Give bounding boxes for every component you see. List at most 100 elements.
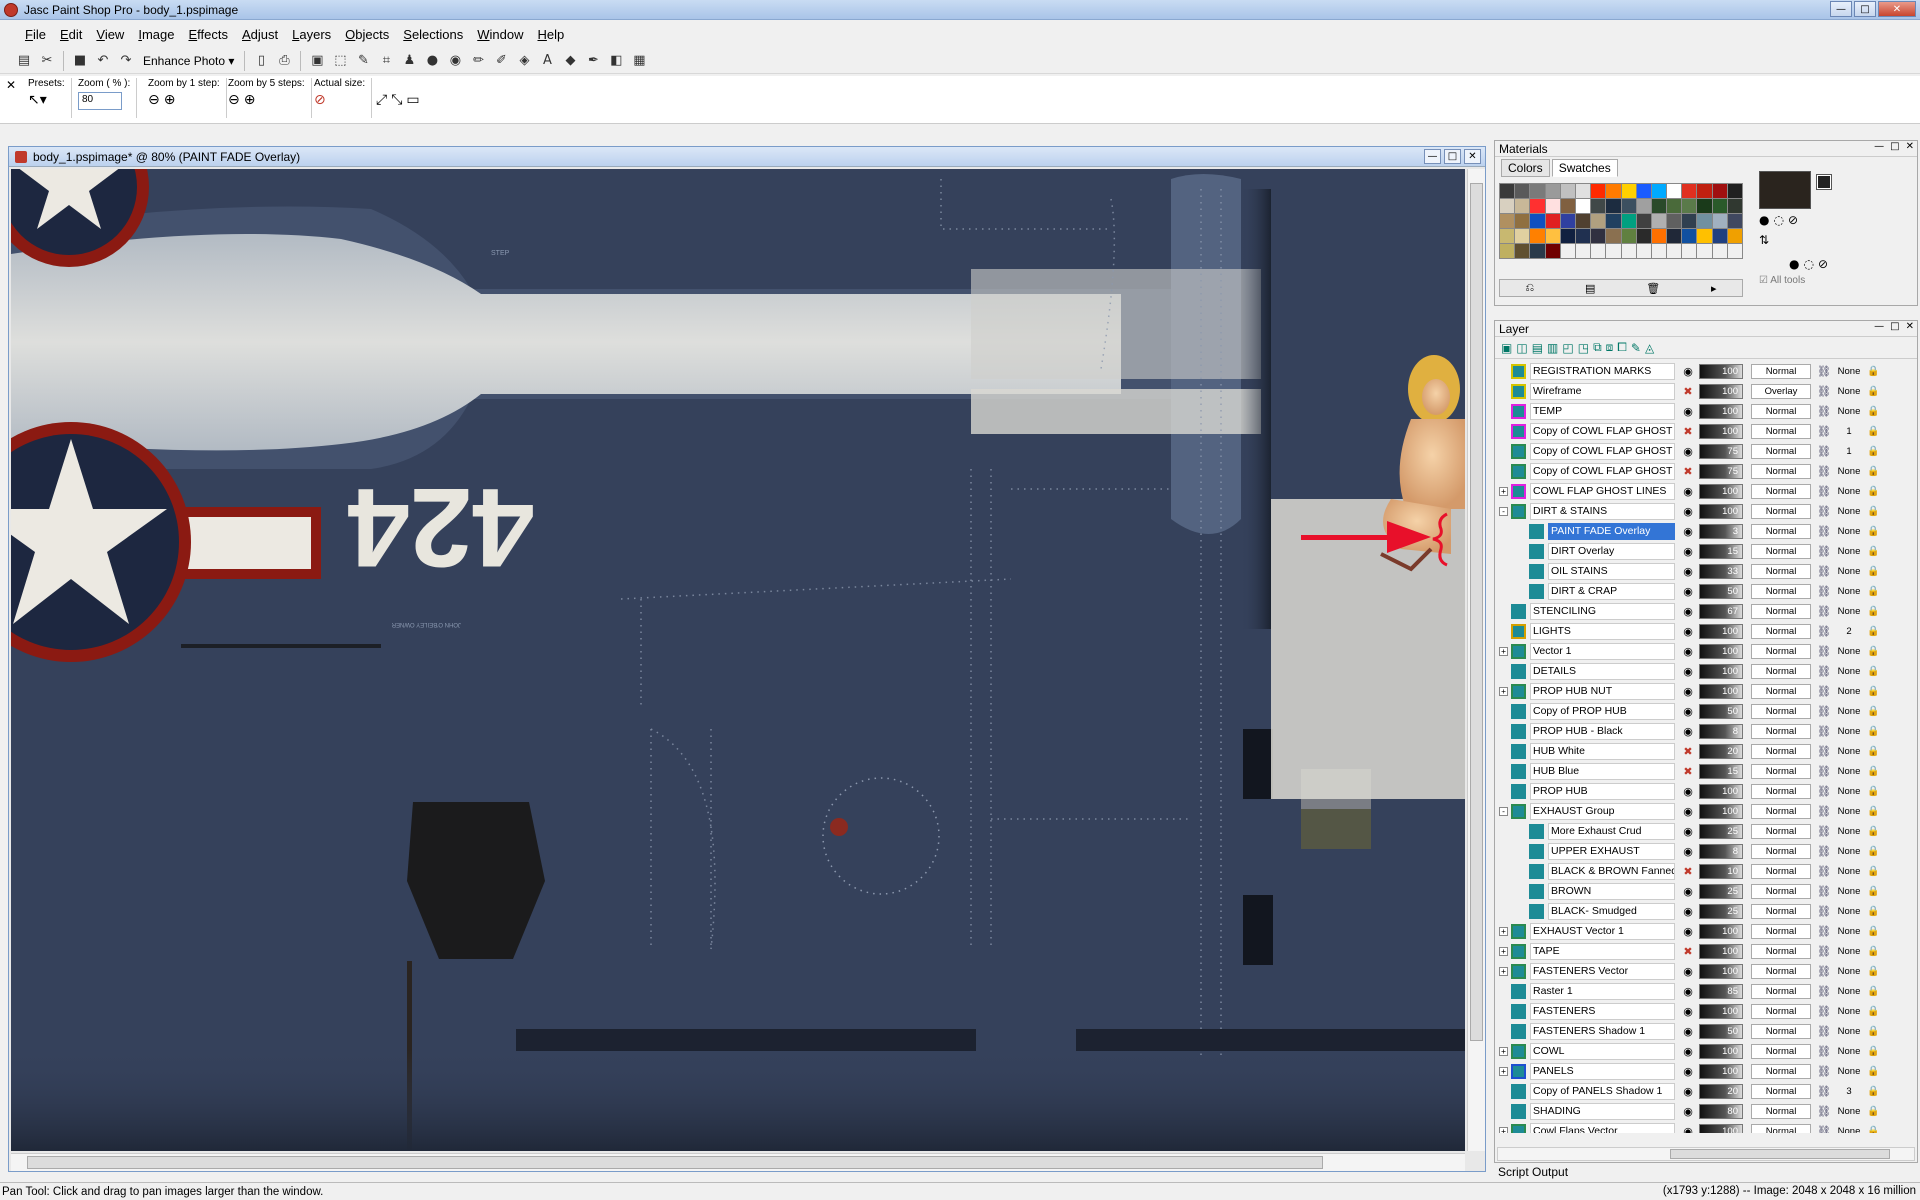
layer-row[interactable]: DIRT & CRAP ◉ 50 Normal ⛓ None 🔒 [1497,581,1915,601]
layer-opacity[interactable]: 50 [1699,583,1743,599]
lock-icon[interactable]: 🔒 [1867,1026,1881,1037]
swatch[interactable] [1651,244,1667,258]
layer-link-set[interactable]: None [1831,406,1867,417]
lock-icon[interactable]: 🔒 [1867,486,1881,497]
layer-opacity[interactable]: 100 [1699,783,1743,799]
lock-icon[interactable]: 🔒 [1867,526,1881,537]
blend-mode-select[interactable]: Normal [1751,543,1811,559]
scissors-icon[interactable]: ✂ [37,51,57,71]
swatch[interactable] [1727,214,1742,228]
layer-link-set[interactable]: None [1831,1026,1867,1037]
swatch[interactable] [1515,199,1530,213]
layer-opacity[interactable]: 100 [1699,483,1743,499]
layers-close-icon[interactable]: ✕ [1906,321,1914,332]
browse-icon[interactable]: ▤ [14,51,34,71]
swatch[interactable] [1606,184,1621,198]
blend-mode-select[interactable]: Normal [1751,883,1811,899]
blend-mode-select[interactable]: Normal [1751,783,1811,799]
eye-icon[interactable]: ◉ [1681,565,1695,578]
blend-mode-select[interactable]: Normal [1751,1023,1811,1039]
layer-link-set[interactable]: None [1831,746,1867,757]
layer-expander-icon[interactable]: + [1499,686,1508,696]
lock-icon[interactable]: 🔒 [1867,1106,1881,1117]
layer-row[interactable]: - EXHAUST Group ◉ 100 Normal ⛓ None 🔒 [1497,801,1915,821]
blend-mode-select[interactable]: Normal [1751,1043,1811,1059]
layer-name[interactable]: TAPE [1530,942,1675,960]
layer-name[interactable]: PROP HUB [1530,782,1675,800]
layer-link-set[interactable]: None [1831,1006,1867,1017]
eye-icon[interactable]: ◉ [1681,545,1695,558]
fg-solid-icon[interactable]: ● [1759,213,1769,227]
layer-row[interactable]: + FASTENERS Vector ◉ 100 Normal ⛓ None 🔒 [1497,961,1915,981]
layer-row[interactable]: PAINT FADE Overlay ◉ 3 Normal ⛓ None 🔒 [1497,521,1915,541]
lock-icon[interactable]: 🔒 [1867,546,1881,557]
pan-tool-icon[interactable]: ▣ [307,51,327,71]
link-icon[interactable]: ⛓ [1817,1005,1831,1018]
swatch[interactable] [1667,199,1682,213]
blend-mode-select[interactable]: Normal [1751,723,1811,739]
swatch[interactable] [1727,184,1742,198]
layer-link-set[interactable]: None [1831,1046,1867,1057]
layer-row[interactable]: FASTENERS ◉ 100 Normal ⛓ None 🔒 [1497,1001,1915,1021]
swatch[interactable] [1560,199,1575,213]
visibility-off-icon[interactable]: ✖ [1681,865,1695,878]
link-icon[interactable]: ⛓ [1817,725,1831,738]
eye-icon[interactable]: ◉ [1681,445,1695,458]
link-icon[interactable]: ⛓ [1817,685,1831,698]
swatch[interactable] [1530,199,1545,213]
blend-mode-select[interactable]: Normal [1751,1063,1811,1079]
swatch[interactable] [1591,214,1606,228]
swatch[interactable] [1530,229,1545,243]
tab-colors[interactable]: Colors [1501,159,1550,177]
layer-name[interactable]: BLACK- Smudged [1548,902,1675,920]
layer-name[interactable]: Cowl Flaps Vector [1530,1122,1675,1133]
lock-icon[interactable]: 🔒 [1867,826,1881,837]
swatch[interactable] [1575,229,1591,243]
layer-opacity[interactable]: 100 [1699,503,1743,519]
layer-opacity[interactable]: 15 [1699,763,1743,779]
new-file-icon[interactable]: ▯ [251,51,271,71]
layer-name[interactable]: Vector 1 [1530,642,1675,660]
lock-icon[interactable]: 🔒 [1867,366,1881,377]
layer-link-set[interactable]: None [1831,486,1867,497]
doc-close-icon[interactable]: ✕ [1464,149,1481,164]
lock-icon[interactable]: 🔒 [1867,566,1881,577]
crop-tool-icon[interactable]: ⌗ [376,51,396,71]
lock-icon[interactable]: 🔒 [1867,606,1881,617]
swatch[interactable] [1636,244,1651,258]
swatch[interactable] [1712,214,1727,228]
eye-icon[interactable]: ◉ [1681,1085,1695,1098]
link-icon[interactable]: ⛓ [1817,365,1831,378]
all-tools-checkbox[interactable]: ☑ All tools [1759,275,1805,286]
layer-opacity[interactable]: 15 [1699,543,1743,559]
layer-opacity[interactable]: 100 [1699,663,1743,679]
swatch[interactable] [1636,229,1651,243]
layer-name[interactable]: EXHAUST Vector 1 [1530,922,1675,940]
lock-icon[interactable]: 🔒 [1867,906,1881,917]
layer-name[interactable]: OIL STAINS [1548,562,1675,580]
layer-expander-icon[interactable]: - [1499,506,1508,516]
layer-row[interactable]: PROP HUB ◉ 100 Normal ⛓ None 🔒 [1497,781,1915,801]
layer-link-set[interactable]: None [1831,506,1867,517]
swatch[interactable] [1712,199,1727,213]
layer-name[interactable]: BROWN [1548,882,1675,900]
link-icon[interactable]: ⛓ [1817,1105,1831,1118]
blend-mode-select[interactable]: Normal [1751,643,1811,659]
redo-icon[interactable]: ↷ [116,51,136,71]
clone-tool-icon[interactable]: ♟ [399,51,419,71]
blend-mode-select[interactable]: Normal [1751,503,1811,519]
layer-opacity[interactable]: 100 [1699,1043,1743,1059]
lock-icon[interactable]: 🔒 [1867,1046,1881,1057]
layer-name[interactable]: HUB Blue [1530,762,1675,780]
menu-edit[interactable]: Edit [53,27,89,42]
swatch[interactable] [1651,214,1667,228]
layer-name[interactable]: REGISTRATION MARKS [1530,362,1675,380]
fg-pattern-icon[interactable]: ◌ [1773,213,1783,227]
swatch[interactable] [1515,214,1530,228]
swatch[interactable] [1621,214,1636,228]
swatch-edit-icon[interactable]: ▤ [1585,282,1595,295]
layer-link-set[interactable]: 1 [1831,446,1867,457]
swap-colors-icon[interactable]: ⇅ [1759,233,1769,247]
swatch[interactable] [1545,244,1560,258]
layer-row[interactable]: HUB White ✖ 20 Normal ⛓ None 🔒 [1497,741,1915,761]
